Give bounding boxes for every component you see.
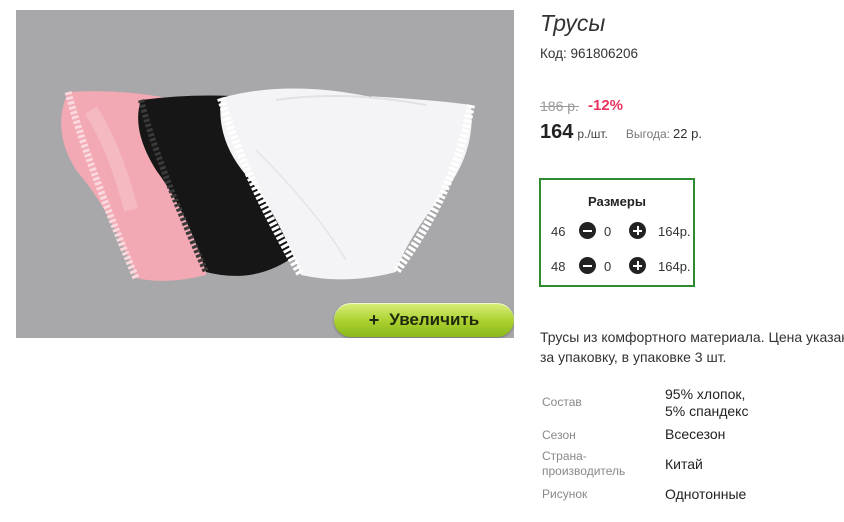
sizes-panel: Размеры 46 0 164р. 48 0 164р. <box>539 178 695 287</box>
product-description: Трусы из комфортного материала. Цена ука… <box>540 327 844 367</box>
quantity-value: 0 <box>604 224 612 239</box>
spec-value: Всесезон <box>665 426 726 442</box>
spec-value: Китай <box>665 456 703 472</box>
size-price: 164р. <box>658 259 691 274</box>
spec-label: Состав <box>542 395 582 409</box>
spec-value-line: 5% спандекс <box>665 403 749 419</box>
benefit-label: Выгода: <box>625 127 671 141</box>
spec-value: Однотонные <box>665 486 747 502</box>
decrease-quantity-button[interactable] <box>579 222 596 239</box>
spec-label-line: производитель <box>542 464 626 478</box>
benefit-value: 22 р. <box>673 126 702 141</box>
price-row: 164 р./шт. Выгода: 22 р. <box>540 121 702 145</box>
quantity-value: 0 <box>604 259 612 274</box>
old-price: 186 р. <box>540 98 579 114</box>
spec-value-line: 95% хлопок, <box>665 386 746 402</box>
discount-badge: -12% <box>588 97 624 114</box>
description-line: за упаковку, в упаковке 3 шт. <box>540 349 727 365</box>
increase-quantity-button[interactable] <box>629 222 646 239</box>
increase-quantity-button[interactable] <box>629 257 646 274</box>
current-price: 164 <box>540 121 574 143</box>
spec-label: Сезон <box>542 428 576 442</box>
product-code: Код: 961806206 <box>540 46 639 61</box>
sizes-title: Размеры <box>588 194 646 209</box>
spec-label: Рисунок <box>542 487 588 501</box>
spec-label-line: Страна- <box>542 449 587 463</box>
size-value: 46 <box>551 224 566 239</box>
zoom-button[interactable]: + Увеличить <box>334 303 514 337</box>
size-price: 164р. <box>658 224 691 239</box>
size-value: 48 <box>551 259 566 274</box>
description-line: Трусы из комфортного материала. Цена ука… <box>540 329 844 345</box>
product-image[interactable]: + Увеличить <box>16 10 514 338</box>
zoom-button-label: Увеличить <box>389 310 480 329</box>
price-unit: р./шт. <box>577 127 608 141</box>
decrease-quantity-button[interactable] <box>579 257 596 274</box>
plus-icon: + <box>368 309 380 330</box>
product-title: Трусы <box>540 10 606 36</box>
product-photo-illustration <box>61 88 475 281</box>
spec-value: 95% хлопок, 5% спандекс <box>665 386 815 420</box>
spec-label: Страна- производитель <box>542 449 652 479</box>
